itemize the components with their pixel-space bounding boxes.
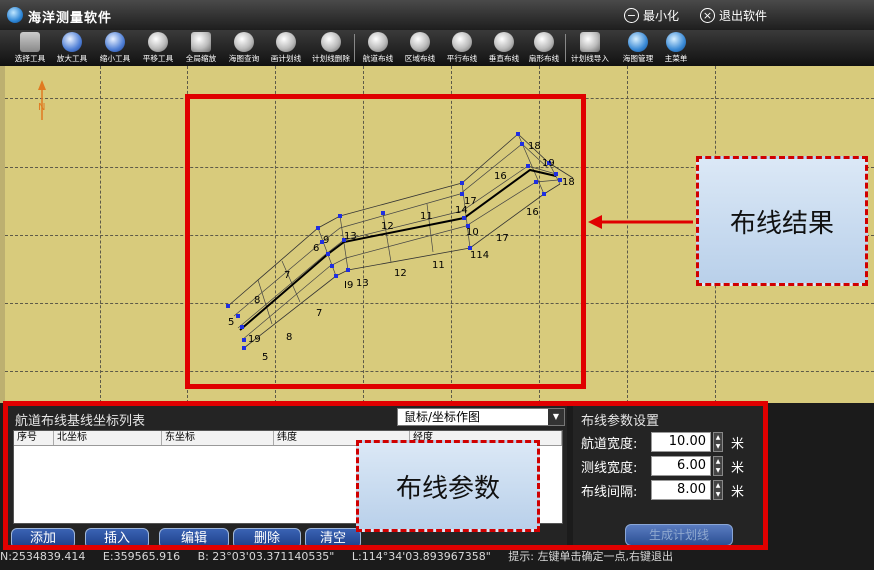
parallel-layout-icon [452, 32, 472, 52]
plan-line-import-button[interactable]: 计划线导入 [568, 32, 612, 66]
zoom-in-tool-button[interactable]: 放大工具 [50, 32, 94, 66]
zoom-in-icon [62, 32, 82, 52]
document-icon [321, 32, 341, 52]
status-lat: B: 23°03'03.371140535" [197, 550, 335, 563]
north-label: N [38, 102, 45, 113]
select-tool-button[interactable]: 选择工具 [8, 32, 52, 66]
globe-icon [628, 32, 648, 52]
minimize-button[interactable]: − 最小化 [624, 7, 679, 24]
status-lon: L:114°34'03.893967358" [351, 550, 491, 563]
vertical-layout-button[interactable]: 垂直布线 [482, 32, 526, 66]
toolbar-separator [565, 34, 566, 62]
zoom-out-icon [105, 32, 125, 52]
delete-plan-line-button[interactable]: 计划线删除 [309, 32, 353, 66]
area-layout-icon [410, 32, 430, 52]
exit-button[interactable]: × 退出软件 [700, 7, 767, 24]
app-title: 海洋测量软件 [28, 11, 113, 26]
add-line-icon [276, 32, 296, 52]
title-bar: 海洋测量软件 − 最小化 × 退出软件 [0, 0, 874, 30]
close-icon: × [700, 8, 715, 23]
sector-layout-button[interactable]: 扇形布线 [522, 32, 566, 66]
full-extent-icon [191, 32, 211, 52]
status-bar: N:2534839.414 E:359565.916 B: 23°03'03.3… [0, 550, 874, 570]
sector-layout-icon [534, 32, 554, 52]
app-window: { "app": {"title": "海洋测量软件", "minimize":… [0, 0, 874, 570]
app-logo-icon [7, 7, 23, 23]
minus-icon: − [624, 8, 639, 23]
status-east: E:359565.916 [102, 550, 181, 563]
draw-plan-line-button[interactable]: 画计划线 [264, 32, 308, 66]
zoom-out-tool-button[interactable]: 缩小工具 [93, 32, 137, 66]
result-callout: 布线结果 [696, 156, 868, 286]
vertical-layout-icon [494, 32, 514, 52]
chart-query-button[interactable]: 海图查询 [222, 32, 266, 66]
channel-layout-button[interactable]: 航道布线 [356, 32, 400, 66]
area-layout-button[interactable]: 区域布线 [398, 32, 442, 66]
toolbar-separator [354, 34, 355, 62]
toolbar: 选择工具 放大工具 缩小工具 平移工具 全局缩放 海图查询 画计划线 计划线删除… [0, 30, 874, 66]
chart-map[interactable]: N 18 19 18 16 16 17 14 17 10 114 11 11 1… [0, 66, 874, 403]
parallel-layout-button[interactable]: 平行布线 [440, 32, 484, 66]
status-hint: 提示: 左键单击确定一点,右键退出 [508, 550, 673, 563]
import-icon [580, 32, 600, 52]
main-menu-button[interactable]: 主菜单 [654, 32, 698, 66]
bottom-panel: 航道布线基线坐标列表 鼠标/坐标作图 ▼ 序号 北坐标 东坐标 纬度 经度 添加… [0, 401, 874, 550]
status-north: N:2534839.414 [0, 550, 86, 563]
north-arrow-icon: N [38, 80, 46, 120]
pointer-icon [234, 32, 254, 52]
crosshair-icon [20, 32, 40, 52]
params-callout: 布线参数 [356, 440, 540, 532]
channel-layout-icon [368, 32, 388, 52]
result-highlight-box [185, 94, 586, 389]
back-icon [666, 32, 686, 52]
full-extent-button[interactable]: 全局缩放 [179, 32, 223, 66]
hand-icon [148, 32, 168, 52]
pan-tool-button[interactable]: 平移工具 [136, 32, 180, 66]
